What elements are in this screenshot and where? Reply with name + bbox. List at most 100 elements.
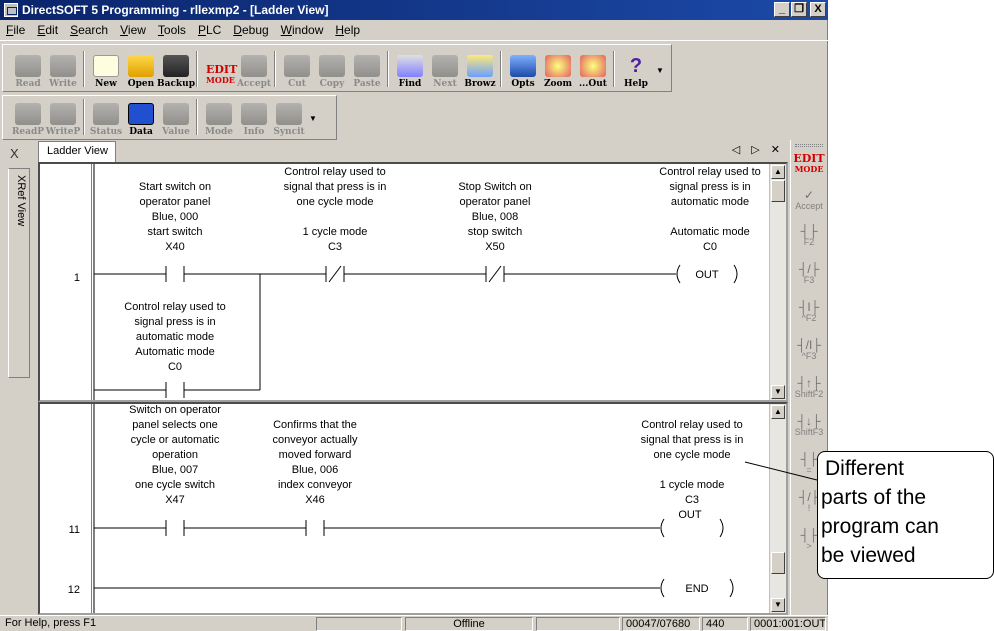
xref-view-tab[interactable]: XRef View — [8, 168, 30, 378]
contact-description: operator panel — [460, 196, 531, 208]
palette-key-label: ShiftF3 — [794, 427, 824, 437]
next-button[interactable]: Next — [428, 49, 462, 89]
cut-button[interactable]: Cut — [280, 49, 314, 89]
opts-button[interactable]: Opts — [506, 49, 540, 89]
readp-button[interactable]: ReadP — [11, 97, 45, 137]
toolbar-button-label: Browz — [464, 79, 496, 89]
contact-nickname: Automatic mode — [135, 346, 214, 358]
scroll-down-icon[interactable]: ▼ — [771, 385, 785, 399]
status-button[interactable]: Status — [89, 97, 123, 137]
toolbar-button-label: ...Out — [579, 79, 607, 89]
menu-view[interactable]: View — [120, 23, 146, 37]
ladder-view-panel: Ladder View ◁ ▷ ✕ 1 Start switch on oper… — [38, 140, 788, 615]
app-icon[interactable] — [4, 3, 18, 17]
editmode-button[interactable]: EDIT MODE — [202, 49, 237, 89]
scroll-thumb[interactable] — [771, 552, 785, 574]
toolbar-separator — [387, 51, 389, 87]
immediate-nc-contact-palette-button[interactable]: ┤/I├ ^F3 — [793, 339, 825, 362]
immediate-contact-palette-button[interactable]: ┤I├ ^F2 — [793, 301, 825, 324]
toolbar-separator — [613, 51, 615, 87]
accept-palette-button[interactable]: ✓ Accept — [793, 189, 825, 212]
contact-description: Switch on operator — [129, 404, 221, 416]
menu-help[interactable]: Help — [335, 23, 360, 37]
toolbar-button-label: Open — [127, 79, 155, 89]
palette-key-label: F3 — [803, 275, 815, 285]
status-bar: For Help, press F1 Offline 00047/07680 4… — [0, 615, 828, 631]
new-button[interactable]: New — [89, 49, 123, 89]
help-button[interactable]: ? Help — [619, 49, 653, 89]
toolbar-button-label: Syncit — [273, 127, 305, 137]
menu-file[interactable]: File — [6, 23, 25, 37]
open-button[interactable]: Open — [124, 49, 158, 89]
top-pane-scrollbar[interactable]: ▲ ▼ — [769, 164, 786, 400]
restore-button[interactable]: ❐ — [791, 2, 807, 17]
toolbar-button-label: Write — [49, 79, 77, 89]
status-icon — [93, 103, 119, 125]
menu-edit[interactable]: Edit — [37, 23, 58, 37]
syncit-button[interactable]: Syncit — [272, 97, 306, 137]
out-button[interactable]: ...Out — [576, 49, 610, 89]
value-button[interactable]: Value — [159, 97, 193, 137]
contact-description: conveyor actually — [273, 434, 358, 446]
contact-address: C3 — [328, 241, 342, 253]
contact-address: X40 — [165, 241, 185, 253]
panel-nav-controls[interactable]: ◁ ▷ ✕ — [732, 143, 784, 156]
zoom-icon — [545, 55, 571, 77]
xref-tab-label: XRef View — [15, 175, 27, 227]
coil-address: C3 — [685, 494, 699, 506]
toolbar-button-label: Mode — [205, 127, 233, 137]
scroll-down-icon[interactable]: ▼ — [771, 598, 785, 612]
edit-mode-palette-button[interactable]: EDIT MODE — [793, 153, 825, 174]
mode-button[interactable]: Mode — [202, 97, 236, 137]
contact-no-palette-button[interactable]: ┤├ F2 — [793, 224, 825, 248]
backup-button[interactable]: Backup — [157, 49, 195, 89]
writep-button[interactable]: WriteP — [46, 97, 80, 137]
toolbar-button-label: ReadP — [11, 127, 45, 137]
tab-ladder-view[interactable]: Ladder View — [38, 141, 116, 162]
screenshot-stage: DirectSOFT 5 Programming - rllexmp2 - [L… — [0, 0, 994, 631]
write-icon — [50, 55, 76, 77]
contact-address: C0 — [168, 361, 182, 373]
data-button[interactable]: Data — [124, 97, 158, 137]
toolbar-separator — [500, 51, 502, 87]
write-button[interactable]: Write — [46, 49, 80, 89]
coil-type: OUT — [695, 269, 719, 281]
contact-description: operation — [152, 449, 198, 461]
scroll-up-icon[interactable]: ▲ — [771, 165, 785, 179]
menu-tools[interactable]: Tools — [158, 23, 186, 37]
scroll-thumb[interactable] — [771, 180, 785, 202]
copy-button[interactable]: Copy — [315, 49, 349, 89]
rising-edge-palette-button[interactable]: ┤↑├ ShiftF2 — [793, 377, 825, 400]
contact-description: Blue, 006 — [292, 464, 338, 476]
read-button[interactable]: Read — [11, 49, 45, 89]
ladder-pane-bottom[interactable]: 11 12 Switch on operator panel selects o… — [38, 402, 788, 615]
contact-nickname: index conveyor — [278, 479, 352, 491]
menu-debug[interactable]: Debug — [233, 23, 268, 37]
directsoft-window: DirectSOFT 5 Programming - rllexmp2 - [L… — [0, 0, 828, 631]
bottom-pane-scrollbar[interactable]: ▲ ▼ — [769, 404, 786, 613]
contact-description: Start switch on — [139, 181, 211, 193]
minimize-button[interactable]: _ — [774, 2, 790, 17]
falling-edge-palette-button[interactable]: ┤↓├ ShiftF3 — [793, 415, 825, 438]
paste-button[interactable]: Paste — [350, 49, 384, 89]
toolbar-dropdown-icon[interactable]: ▼ — [656, 66, 664, 75]
menu-plc[interactable]: PLC — [198, 23, 221, 37]
paste-icon — [354, 55, 380, 77]
xref-close-icon[interactable]: X — [10, 146, 19, 161]
zoom-button[interactable]: Zoom — [541, 49, 575, 89]
close-button[interactable]: X — [810, 2, 826, 17]
title-bar[interactable]: DirectSOFT 5 Programming - rllexmp2 - [L… — [0, 0, 828, 20]
menu-window[interactable]: Window — [281, 23, 324, 37]
scroll-up-icon[interactable]: ▲ — [771, 405, 785, 419]
contact-nc-palette-button[interactable]: ┤/├ F3 — [793, 263, 825, 286]
info-button[interactable]: Info — [237, 97, 271, 137]
palette-grip[interactable] — [795, 144, 823, 147]
browz-button[interactable]: Browz — [463, 49, 497, 89]
menu-search[interactable]: Search — [70, 23, 108, 37]
toolbar-button-label: Copy — [319, 79, 345, 89]
accept-button[interactable]: Accept — [237, 49, 271, 89]
contact-no-icon: ┤├ — [800, 224, 818, 238]
toolbar-dropdown-icon[interactable]: ▼ — [309, 114, 317, 123]
find-button[interactable]: Find — [393, 49, 427, 89]
ladder-pane-top[interactable]: 1 Start switch on operator panel Blue, 0… — [38, 162, 788, 402]
